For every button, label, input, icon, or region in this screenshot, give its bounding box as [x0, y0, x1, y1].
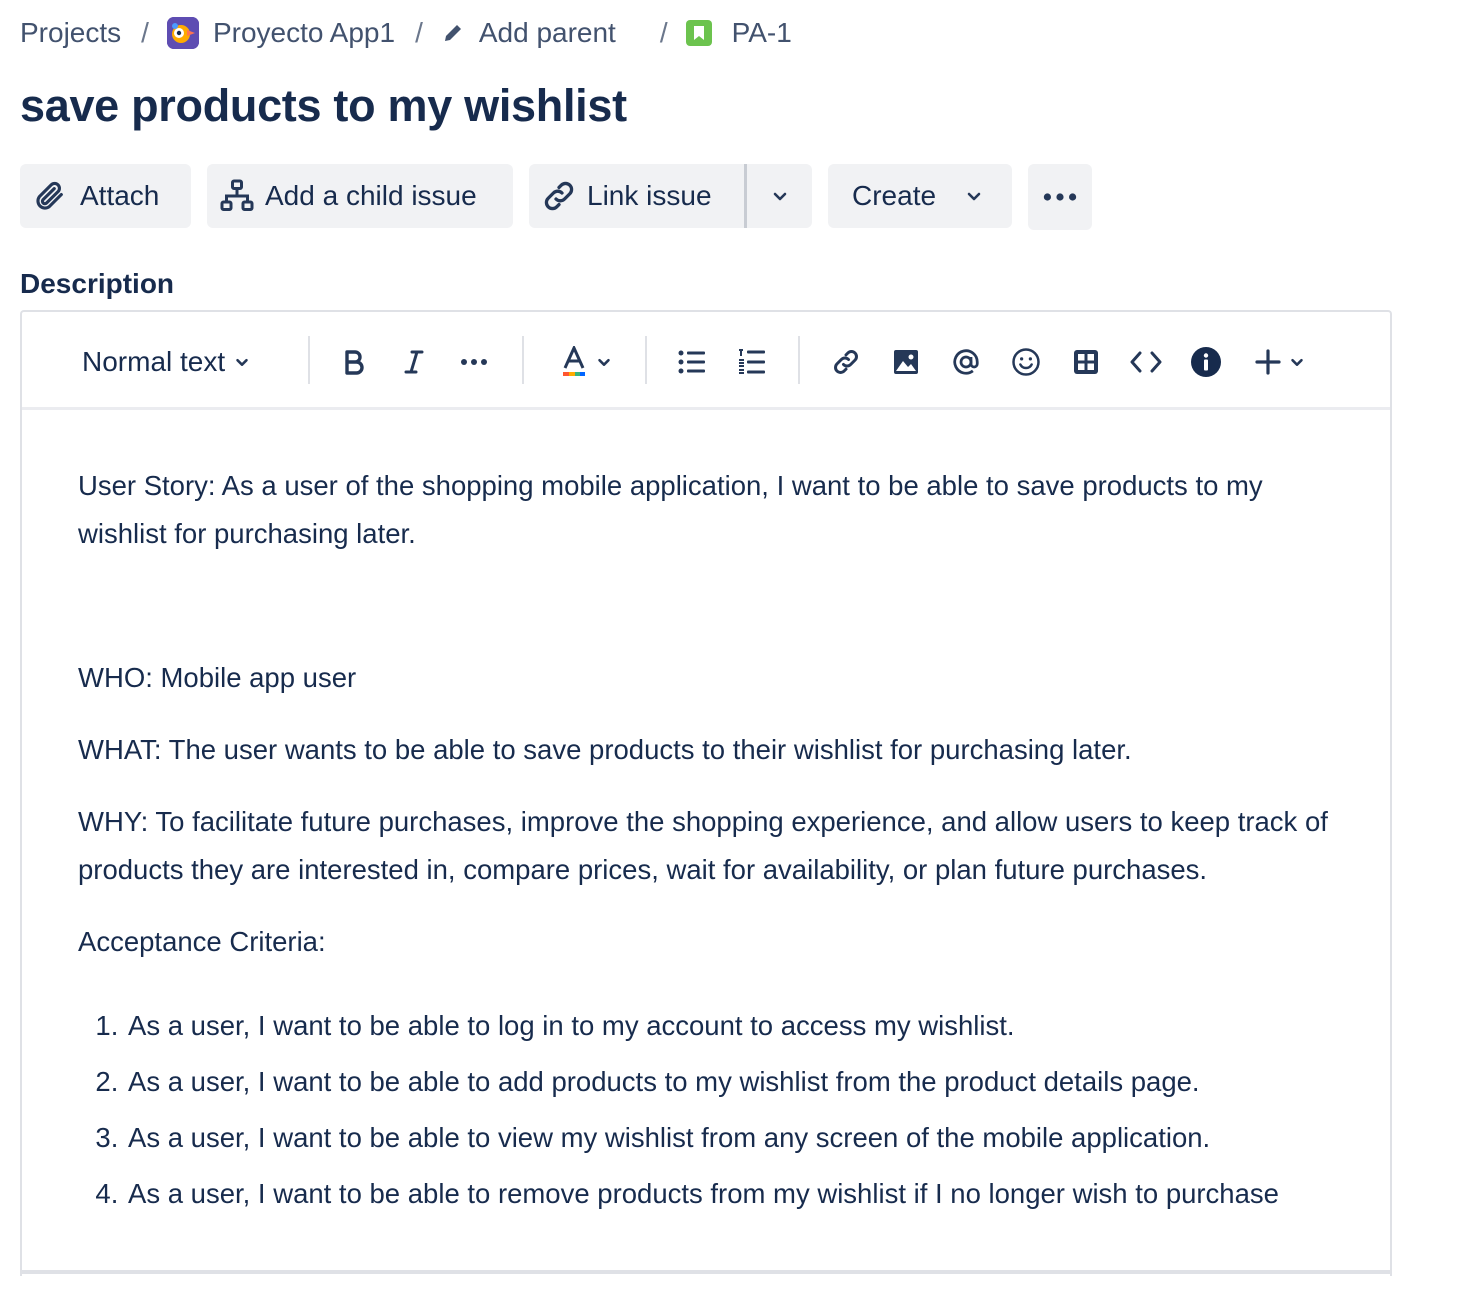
info-panel-button[interactable] — [1184, 340, 1228, 384]
breadcrumb-issue[interactable]: PA-1 — [685, 17, 792, 49]
list-item: As a user, I want to be able to add prod… — [126, 1054, 1338, 1110]
hierarchy-icon — [219, 178, 255, 214]
list-item: As a user, I want to be able to log in t… — [126, 998, 1338, 1054]
code-icon — [1130, 350, 1162, 374]
acceptance-criteria-heading: Acceptance Criteria: — [78, 926, 326, 957]
more-formatting-icon — [460, 358, 488, 366]
bullet-list-icon — [678, 349, 706, 375]
create-button[interactable]: Create — [828, 164, 1012, 228]
insert-more-button[interactable] — [1248, 340, 1312, 384]
editor-toolbar: Normal text — [22, 312, 1390, 410]
story-icon — [685, 20, 712, 46]
breadcrumb-project[interactable]: Proyecto App1 — [166, 17, 395, 49]
mention-icon — [951, 347, 981, 377]
project-avatar-icon — [166, 17, 199, 49]
insert-link-button[interactable] — [824, 340, 868, 384]
insert-image-button[interactable] — [884, 340, 928, 384]
user-story-paragraph: User Story: As a user of the shopping mo… — [78, 470, 1263, 549]
chevron-down-icon — [762, 178, 798, 214]
breadcrumb-projects[interactable]: Projects — [20, 17, 121, 49]
paperclip-icon — [32, 178, 68, 214]
more-horizontal-icon — [1042, 179, 1078, 215]
breadcrumb-separator: / — [659, 17, 668, 48]
more-actions-button[interactable] — [1028, 164, 1092, 230]
emoji-icon — [1011, 347, 1041, 377]
link-issue-dropdown-button[interactable] — [747, 164, 812, 228]
text-color-icon — [561, 346, 587, 378]
toolbar-divider — [645, 336, 647, 384]
image-icon — [893, 349, 919, 375]
mention-button[interactable] — [944, 340, 988, 384]
bullet-list-button[interactable] — [670, 340, 714, 384]
issue-title[interactable]: save products to my wishlist — [20, 80, 627, 132]
code-block-button[interactable] — [1124, 340, 1168, 384]
italic-button[interactable] — [392, 340, 436, 384]
attach-label: Attach — [80, 180, 160, 211]
breadcrumb-separator: / — [415, 17, 423, 48]
why-paragraph: WHY: To facilitate future purchases, imp… — [78, 806, 1328, 885]
attach-button[interactable]: Attach — [20, 164, 191, 228]
description-label: Description — [20, 268, 175, 299]
pencil-icon — [441, 21, 465, 45]
text-style-label: Normal text — [82, 346, 226, 377]
table-icon — [1073, 349, 1099, 375]
description-content[interactable]: User Story: As a user of the shopping mo… — [78, 462, 1338, 1222]
chevron-down-icon — [595, 353, 613, 371]
bold-button[interactable] — [332, 340, 376, 384]
breadcrumb-project-label[interactable]: Proyecto App1 — [213, 17, 395, 49]
what-paragraph: WHAT: The user wants to be able to save … — [78, 734, 1132, 765]
breadcrumb-add-parent[interactable]: Add parent — [441, 17, 616, 49]
add-child-issue-button[interactable]: Add a child issue — [207, 164, 513, 228]
create-label: Create — [852, 180, 937, 211]
link-issue-button[interactable]: Link issue — [529, 164, 745, 228]
numbered-list-button[interactable] — [730, 340, 774, 384]
description-editor[interactable]: Normal text User Story: As a user of the… — [20, 310, 1392, 1276]
table-button[interactable] — [1064, 340, 1108, 384]
text-color-button[interactable] — [552, 340, 622, 384]
link-issue-label: Link issue — [587, 180, 712, 211]
breadcrumb: Projects / Proyecto App1 / Add parent / — [20, 10, 792, 56]
breadcrumb-issue-key[interactable]: PA-1 — [732, 17, 792, 49]
link-icon — [831, 347, 861, 377]
breadcrumb-projects-label[interactable]: Projects — [20, 17, 121, 49]
link-icon — [541, 178, 577, 214]
list-item: As a user, I want to be able to view my … — [126, 1110, 1338, 1166]
acceptance-criteria-list: As a user, I want to be able to log in t… — [78, 998, 1338, 1222]
chevron-down-icon — [956, 178, 992, 214]
toolbar-divider — [308, 336, 310, 384]
who-paragraph: WHO: Mobile app user — [78, 662, 357, 693]
numbered-list-icon — [738, 348, 766, 376]
bold-icon — [342, 349, 366, 375]
breadcrumb-add-parent-label[interactable]: Add parent — [479, 17, 616, 49]
italic-icon — [402, 349, 426, 375]
toolbar-divider — [798, 336, 800, 384]
more-formatting-button[interactable] — [452, 340, 496, 384]
text-style-dropdown[interactable]: Normal text — [82, 340, 272, 384]
chevron-down-icon — [1288, 353, 1306, 371]
list-item: As a user, I want to be able to remove p… — [126, 1166, 1338, 1222]
breadcrumb-separator: / — [141, 17, 149, 48]
emoji-button[interactable] — [1004, 340, 1048, 384]
info-icon — [1190, 346, 1222, 378]
insert-plus-icon — [1254, 348, 1282, 376]
toolbar-divider — [522, 336, 524, 384]
chevron-down-icon — [233, 353, 251, 371]
add-child-issue-label: Add a child issue — [265, 180, 477, 211]
editor-bottom-border — [20, 1270, 1392, 1274]
